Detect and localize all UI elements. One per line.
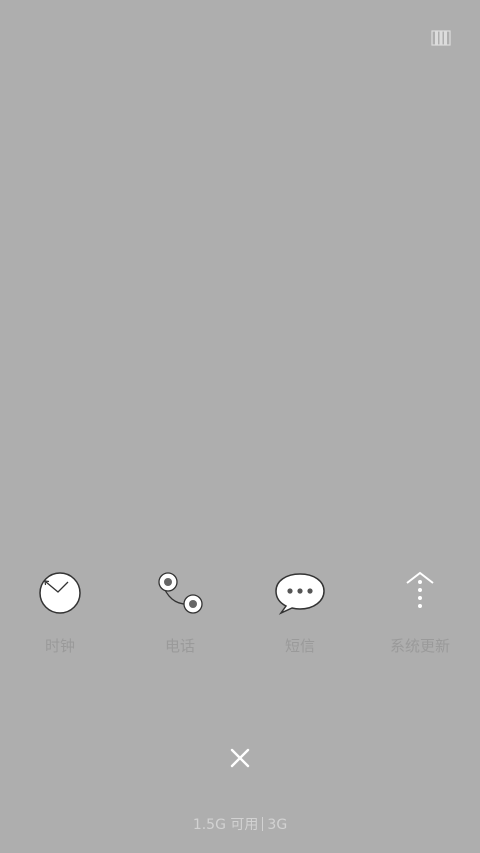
close-all-button[interactable] [225,743,255,773]
app-system-update[interactable]: 系统更新 [360,568,480,658]
memory-available: 1.5G 可用 [192,817,259,833]
clock-icon [0,568,120,620]
update-icon [360,568,480,620]
phone-icon [120,568,240,620]
close-icon [230,748,250,768]
memory-status: 1.5G 可用 3G [0,815,480,835]
app-label: 短信 [284,637,315,655]
app-label: 系统更新 [389,637,450,655]
recent-apps-row: 时钟 电话 短信 系统更新 [0,568,480,658]
app-clock[interactable]: 时钟 [0,568,120,658]
recents-switch-icon[interactable] [431,30,451,46]
app-label: 电话 [164,637,195,655]
app-label: 时钟 [44,637,75,655]
app-messages[interactable]: 短信 [240,568,360,658]
message-icon [240,568,360,620]
divider [262,817,264,831]
app-phone[interactable]: 电话 [120,568,240,658]
memory-total: 3G [267,817,288,833]
